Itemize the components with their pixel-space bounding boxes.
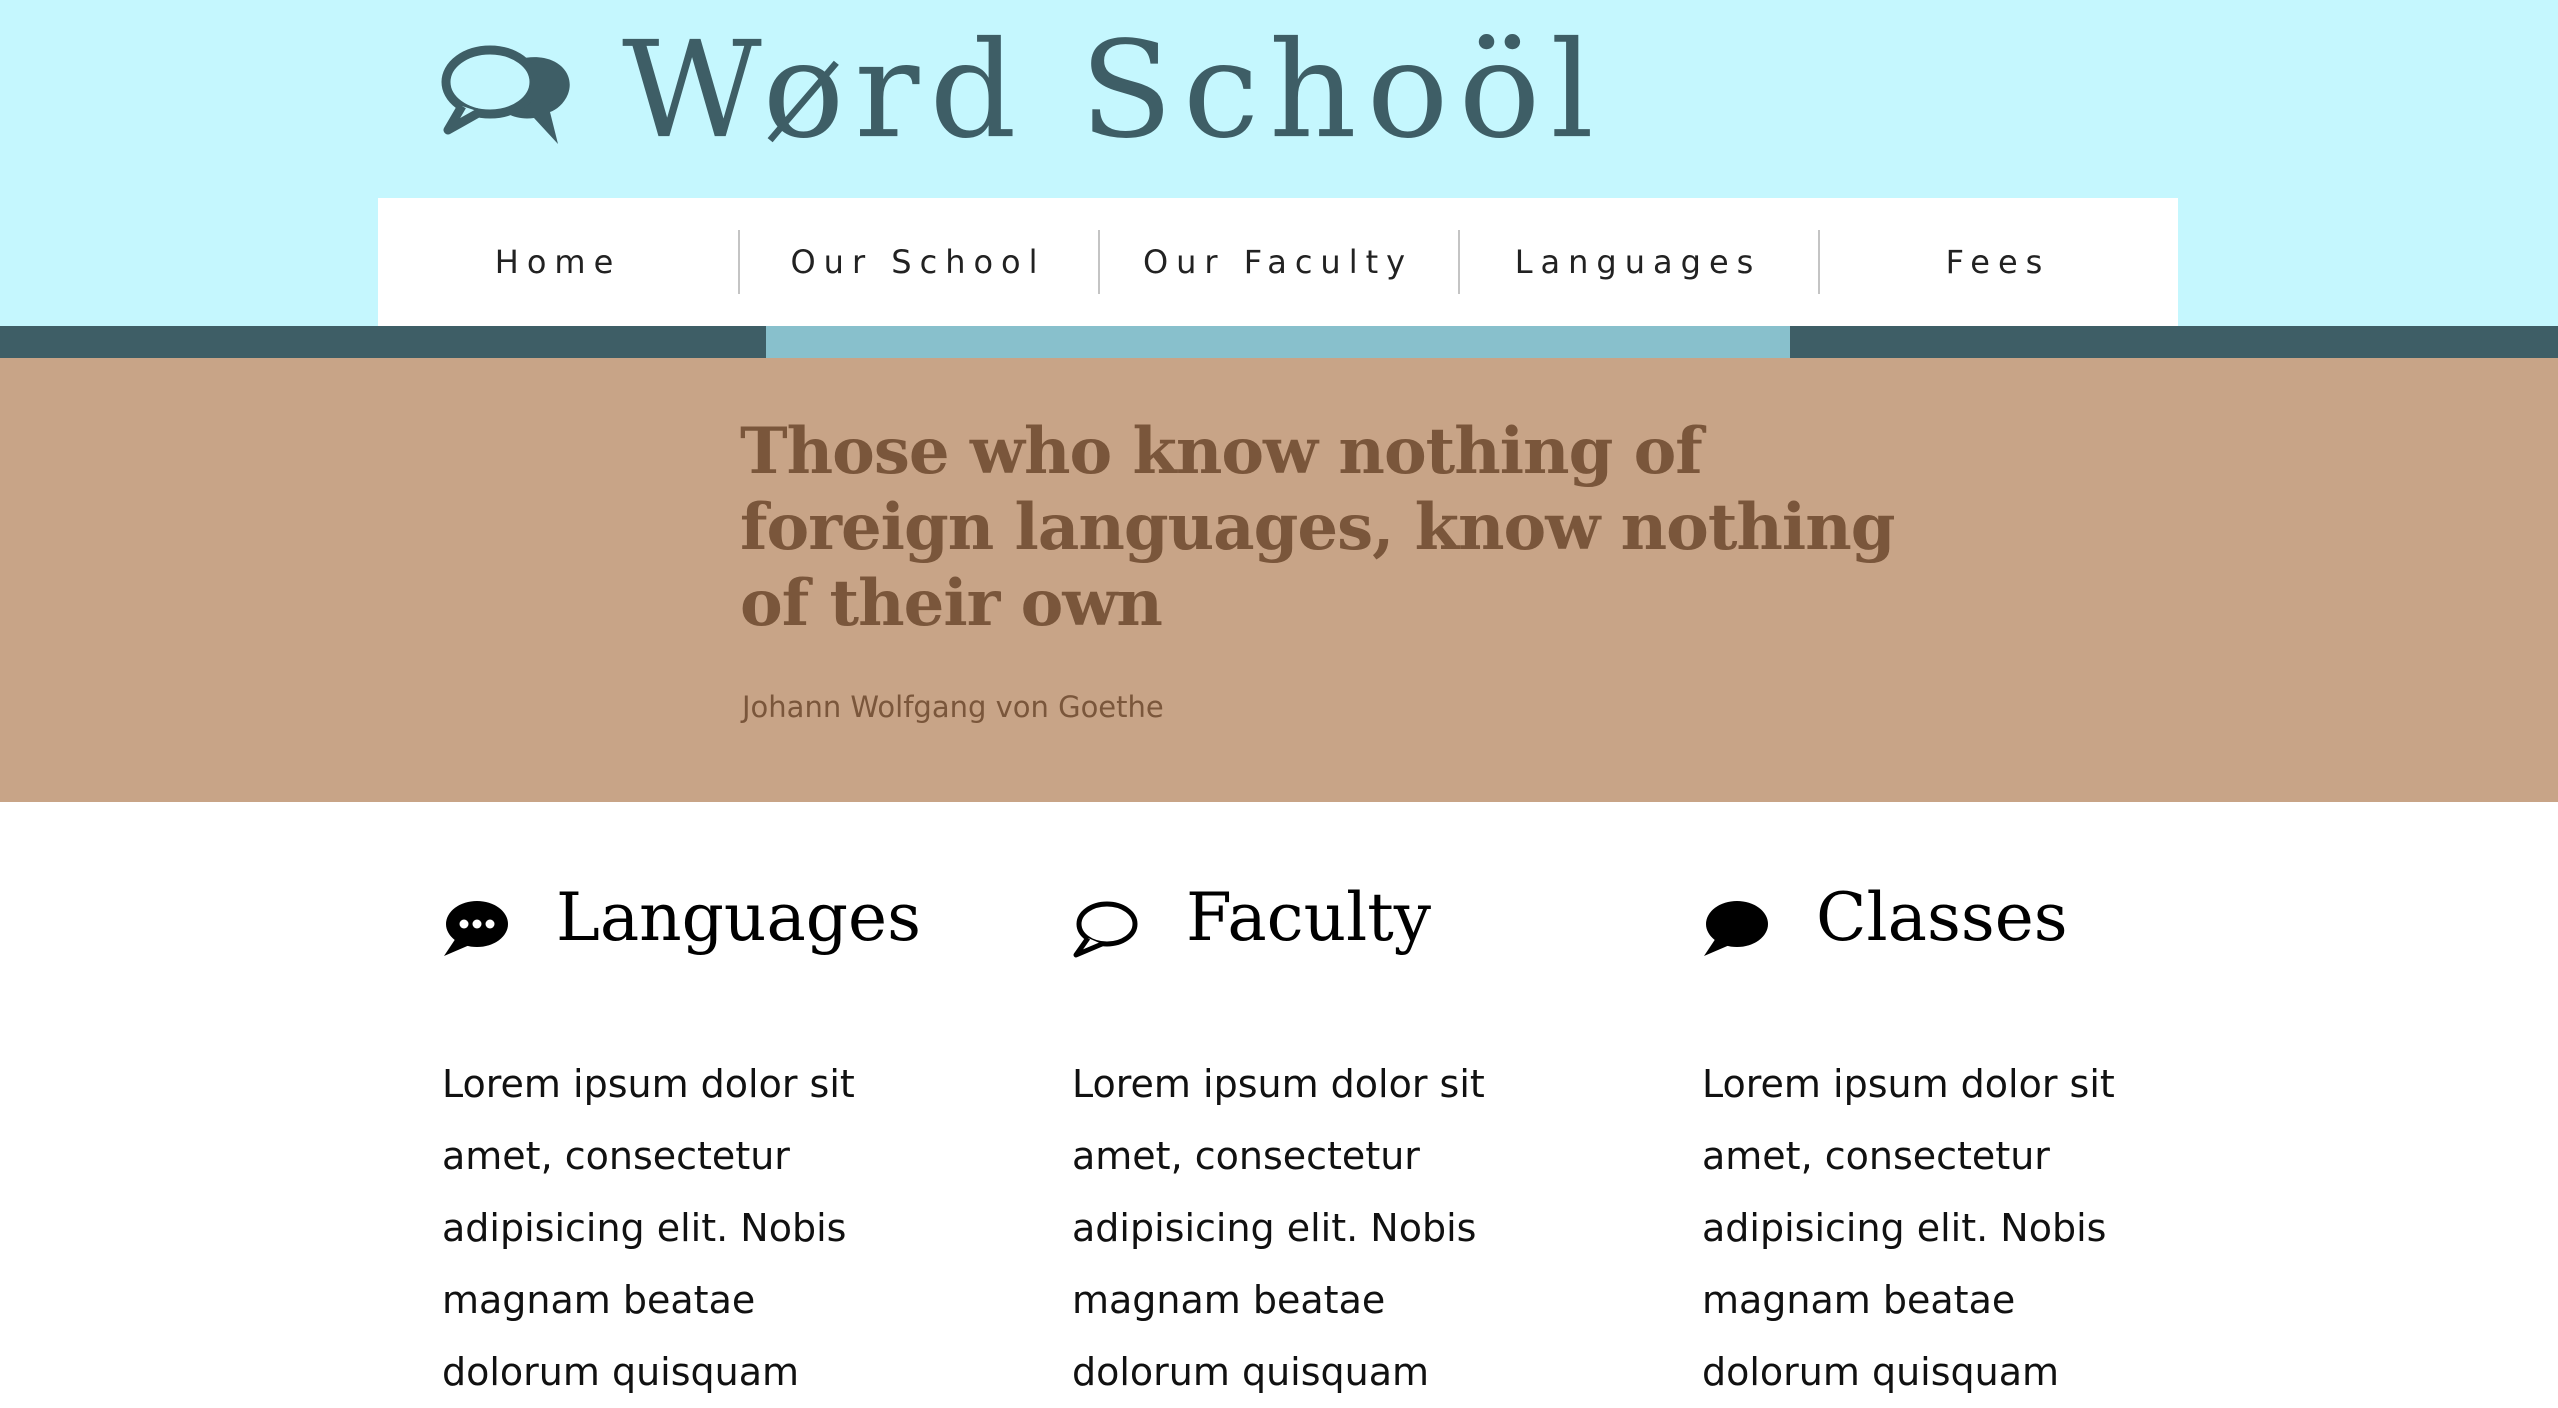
stripe-accent	[766, 326, 1790, 358]
hero-quote: Those who know nothing of foreign langua…	[740, 414, 1896, 641]
feature-text: Lorem ipsum dolor sit amet, consectetur …	[1702, 1062, 2115, 1394]
nav-item-languages[interactable]: Languages	[1458, 198, 1818, 326]
feature-text: Lorem ipsum dolor sit amet, consectetur …	[442, 1062, 855, 1394]
speech-bubbles-icon	[441, 45, 570, 144]
comment-outline-icon	[1073, 901, 1138, 958]
nav-item-fees[interactable]: Fees	[1818, 198, 2178, 326]
nav-item-home[interactable]: Home	[378, 198, 738, 326]
feature-title: Languages	[556, 879, 921, 956]
feature-title: Classes	[1816, 879, 2068, 956]
feature-text: Lorem ipsum dolor sit amet, consectetur …	[1072, 1062, 1485, 1394]
site-title: Wørd Schoöl	[622, 13, 1604, 169]
comment-dots-icon	[444, 901, 508, 956]
main-nav: Home Our School Our Faculty Languages Fe…	[378, 198, 2178, 326]
hero-quote-section: Those who know nothing of foreign langua…	[0, 358, 2558, 802]
comment-solid-icon	[1704, 901, 1768, 956]
nav-item-our-faculty[interactable]: Our Faculty	[1098, 198, 1458, 326]
site-header: Wørd Schoöl Home Our School Our Faculty …	[0, 0, 2558, 326]
quote-author: Johann Wolfgang von Goethe	[742, 690, 1164, 724]
header-stripe	[0, 326, 2558, 358]
feature-title: Faculty	[1186, 879, 1432, 956]
nav-item-our-school[interactable]: Our School	[738, 198, 1098, 326]
